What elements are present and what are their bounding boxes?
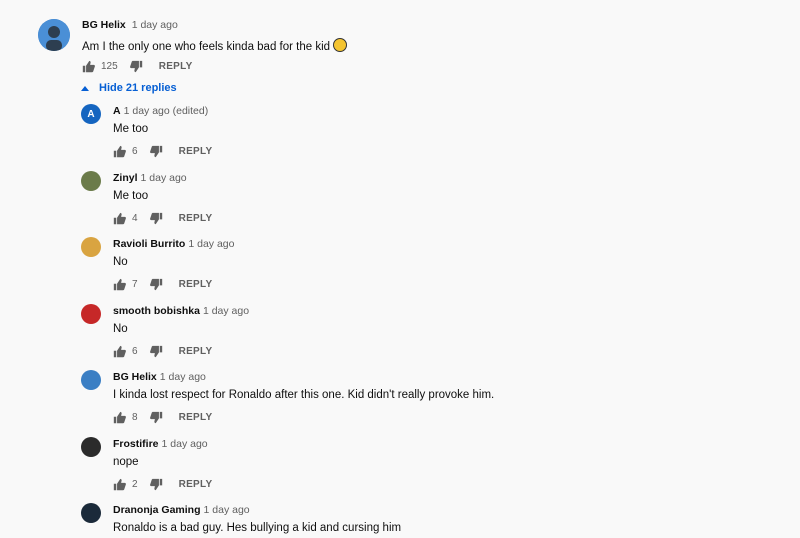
thumbs-up-icon[interactable] xyxy=(82,60,95,73)
comment-text: No xyxy=(113,323,128,335)
comment-author[interactable]: smooth bobishka xyxy=(113,305,200,317)
reply-button[interactable]: REPLY xyxy=(179,213,213,224)
thumbs-down-icon[interactable] xyxy=(149,345,163,358)
comment-text: I kinda lost respect for Ronaldo after t… xyxy=(113,389,495,401)
comment-header: Frostifire 1 day ago xyxy=(113,438,208,450)
comment-author[interactable]: Ravioli Burrito xyxy=(113,238,185,250)
comment-actions: 6 REPLY xyxy=(113,345,212,358)
comment-time[interactable]: 1 day ago xyxy=(188,238,234,250)
avatar[interactable] xyxy=(81,437,101,457)
avatar[interactable] xyxy=(81,304,101,324)
like-count: 2 xyxy=(132,479,138,490)
comment-author[interactable]: BG Helix xyxy=(82,19,126,31)
comment-actions: 2 REPLY xyxy=(113,478,212,491)
like-count: 6 xyxy=(132,346,138,357)
comment-time[interactable]: 1 day ago xyxy=(132,19,178,31)
reply-button[interactable]: REPLY xyxy=(179,479,213,490)
comment-author[interactable]: A xyxy=(113,105,121,117)
comment-text: Am I the only one who feels kinda bad fo… xyxy=(82,38,348,53)
comment-actions: 125 REPLY xyxy=(82,60,193,73)
comment-time[interactable]: 1 day ago xyxy=(203,305,249,317)
comment-header: Dranonja Gaming 1 day ago xyxy=(113,504,250,516)
reply-button[interactable]: REPLY xyxy=(179,412,213,423)
comment-actions: 6 REPLY xyxy=(113,145,212,158)
comment-time[interactable]: 1 day ago xyxy=(162,438,208,450)
comment-header: Zinyl 1 day ago xyxy=(113,172,187,184)
comment-author[interactable]: Zinyl xyxy=(113,172,138,184)
comment-text: No xyxy=(113,256,128,268)
like-count: 8 xyxy=(132,412,138,423)
thumbs-up-icon[interactable] xyxy=(113,212,126,225)
avatar[interactable] xyxy=(81,171,101,191)
avatar[interactable] xyxy=(81,370,101,390)
comment-text: nope xyxy=(113,456,139,468)
laughing-emoji-icon xyxy=(333,38,348,52)
thumbs-up-icon[interactable] xyxy=(113,145,126,158)
comment-header: smooth bobishka 1 day ago xyxy=(113,305,249,317)
avatar[interactable] xyxy=(81,237,101,257)
like-count: 6 xyxy=(132,146,138,157)
comment-time[interactable]: 1 day ago xyxy=(160,371,206,383)
thumbs-down-icon[interactable] xyxy=(129,60,143,73)
comment-actions: 7 REPLY xyxy=(113,278,212,291)
comment-author[interactable]: BG Helix xyxy=(113,371,157,383)
comment-time[interactable]: 1 day ago (edited) xyxy=(124,105,209,117)
comment-header: BG Helix 1 day ago xyxy=(113,371,206,383)
like-count: 125 xyxy=(101,61,118,72)
thumbs-up-icon[interactable] xyxy=(113,345,126,358)
thumbs-down-icon[interactable] xyxy=(149,411,163,424)
comment-author[interactable]: Dranonja Gaming xyxy=(113,504,201,516)
avatar-image-icon xyxy=(38,19,70,51)
chevron-up-icon xyxy=(81,85,89,91)
reply-button[interactable]: REPLY xyxy=(179,146,213,157)
avatar[interactable]: A xyxy=(81,104,101,124)
hide-replies-label: Hide 21 replies xyxy=(99,82,177,94)
thumbs-up-icon[interactable] xyxy=(113,278,126,291)
thumbs-up-icon[interactable] xyxy=(113,411,126,424)
comment-time[interactable]: 1 day ago xyxy=(141,172,187,184)
thumbs-down-icon[interactable] xyxy=(149,278,163,291)
comment-text-content: Am I the only one who feels kinda bad fo… xyxy=(82,41,331,53)
avatar-letter: A xyxy=(87,108,95,120)
comment-text: Ronaldo is a bad guy. Hes bullying a kid… xyxy=(113,522,402,534)
avatar[interactable] xyxy=(38,19,70,51)
thumbs-up-icon[interactable] xyxy=(113,478,126,491)
comment-author[interactable]: Frostifire xyxy=(113,438,159,450)
comment-actions: 4 REPLY xyxy=(113,212,212,225)
like-count: 4 xyxy=(132,213,138,224)
hide-replies-button[interactable]: Hide 21 replies xyxy=(81,82,177,94)
thumbs-down-icon[interactable] xyxy=(149,145,163,158)
thumbs-down-icon[interactable] xyxy=(149,478,163,491)
comment-actions: 8 REPLY xyxy=(113,411,212,424)
reply-button[interactable]: REPLY xyxy=(159,61,193,72)
avatar[interactable] xyxy=(81,503,101,523)
thumbs-down-icon[interactable] xyxy=(149,212,163,225)
reply-button[interactable]: REPLY xyxy=(179,279,213,290)
comment-header: Ravioli Burrito 1 day ago xyxy=(113,238,234,250)
like-count: 7 xyxy=(132,279,138,290)
comment-text: Me too xyxy=(113,190,149,202)
comment-time[interactable]: 1 day ago xyxy=(204,504,250,516)
comment-text: Me too xyxy=(113,123,149,135)
comment-header: A1 day ago (edited) xyxy=(113,105,208,117)
comment-header: BG Helix 1 day ago xyxy=(82,19,178,31)
reply-button[interactable]: REPLY xyxy=(179,346,213,357)
